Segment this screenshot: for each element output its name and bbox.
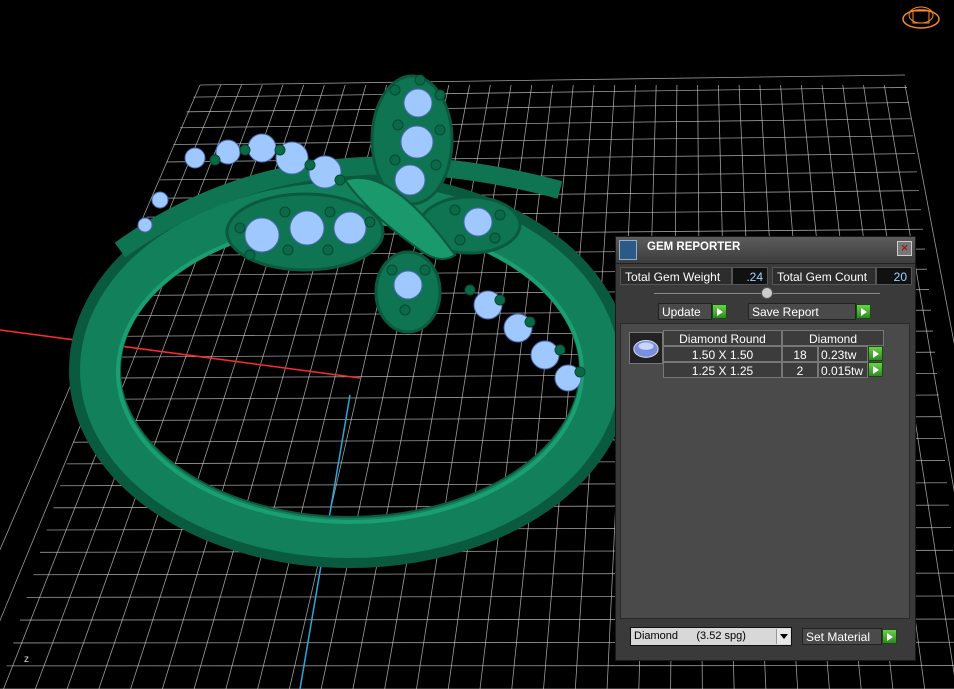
row-2-play-icon[interactable] <box>868 362 883 377</box>
gem <box>137 217 153 233</box>
gem-reporter-panel: GEM REPORTER × Total Gem Weight .24 Tota… <box>615 236 916 661</box>
prong-bead <box>386 264 398 276</box>
gem <box>400 125 434 159</box>
row-2-count: 2 <box>782 362 818 378</box>
gem <box>403 88 433 118</box>
prong-bead <box>449 204 461 216</box>
prong-bead <box>430 159 442 171</box>
gem-reporter-icon <box>619 240 637 260</box>
table-header-shape: Diamond Round <box>663 330 782 346</box>
row-1-size: 1.50 X 1.50 <box>663 346 782 362</box>
prong-bead <box>304 159 316 171</box>
gem <box>184 147 206 169</box>
close-button[interactable]: × <box>897 241 912 256</box>
prong-bead <box>244 249 256 261</box>
prong-bead <box>274 144 286 156</box>
prong-bead <box>554 344 566 356</box>
table-header-material: Diamond <box>782 330 884 346</box>
row-2-weight: 0.015tw <box>818 362 868 378</box>
total-gem-count-value: 20 <box>876 267 912 285</box>
prong-bead <box>234 222 246 234</box>
prong-bead <box>524 316 536 328</box>
total-gem-count-label: Total Gem Count <box>772 267 876 285</box>
grid-line <box>34 84 263 689</box>
prong-bead <box>414 74 426 86</box>
ring-model[interactable] <box>69 74 631 568</box>
prong-bead <box>282 244 294 256</box>
save-report-play-icon[interactable] <box>856 304 871 319</box>
prong-bead <box>419 264 431 276</box>
row-1-play-icon[interactable] <box>868 346 883 361</box>
prong-bead <box>389 154 401 166</box>
prong-bead <box>209 154 221 166</box>
gem <box>530 340 560 370</box>
gem <box>463 207 493 237</box>
prong-bead <box>279 206 291 218</box>
prong-bead <box>454 234 466 246</box>
prong-bead <box>434 89 446 101</box>
gem <box>151 191 169 209</box>
ring-band-inner-highlight <box>116 220 584 524</box>
prong-bead <box>399 304 411 316</box>
prong-bead <box>364 216 376 228</box>
row-1-weight: 0.23tw <box>818 346 868 362</box>
set-material-play-icon[interactable] <box>882 629 897 644</box>
prong-bead <box>434 124 446 136</box>
diamond-round-icon <box>629 332 663 364</box>
set-material-button[interactable]: Set Material <box>802 628 882 645</box>
z-axis-label: z <box>24 654 29 665</box>
prong-bead <box>324 206 336 218</box>
prong-bead <box>239 144 251 156</box>
prong-bead <box>334 174 346 186</box>
prong-bead <box>392 119 404 131</box>
row-2-size: 1.25 X 1.25 <box>663 362 782 378</box>
prong-bead <box>494 294 506 306</box>
prong-bead <box>322 244 334 256</box>
gem <box>333 211 367 245</box>
total-gem-weight-label: Total Gem Weight <box>620 267 732 285</box>
gem <box>289 210 325 246</box>
panel-title: GEM REPORTER <box>647 241 741 253</box>
material-select-value: Diamond (3.52 spg) <box>634 630 746 642</box>
prong-bead <box>574 366 586 378</box>
material-select[interactable]: Diamond (3.52 spg) <box>630 627 792 646</box>
gem <box>244 217 280 253</box>
chevron-down-icon[interactable] <box>776 629 790 644</box>
total-gem-weight-value: .24 <box>732 267 768 285</box>
view-cube-icon[interactable] <box>900 2 942 36</box>
row-1-count: 18 <box>782 346 818 362</box>
gem <box>393 270 423 300</box>
update-play-icon[interactable] <box>712 304 727 319</box>
slider-thumb[interactable] <box>761 287 773 299</box>
prong-bead <box>464 284 476 296</box>
panel-titlebar[interactable]: GEM REPORTER × <box>616 237 915 264</box>
save-report-button[interactable]: Save Report <box>748 303 856 320</box>
x-axis-line <box>0 329 361 379</box>
gem <box>247 133 277 163</box>
prong-bead <box>494 209 506 221</box>
grid-line <box>199 74 906 86</box>
gem-report-area: Diamond Round Diamond 1.50 X 1.50 18 0.2… <box>620 323 910 619</box>
gem <box>394 164 426 196</box>
prong-bead <box>389 84 401 96</box>
prong-bead <box>489 232 501 244</box>
update-button[interactable]: Update <box>658 303 712 320</box>
